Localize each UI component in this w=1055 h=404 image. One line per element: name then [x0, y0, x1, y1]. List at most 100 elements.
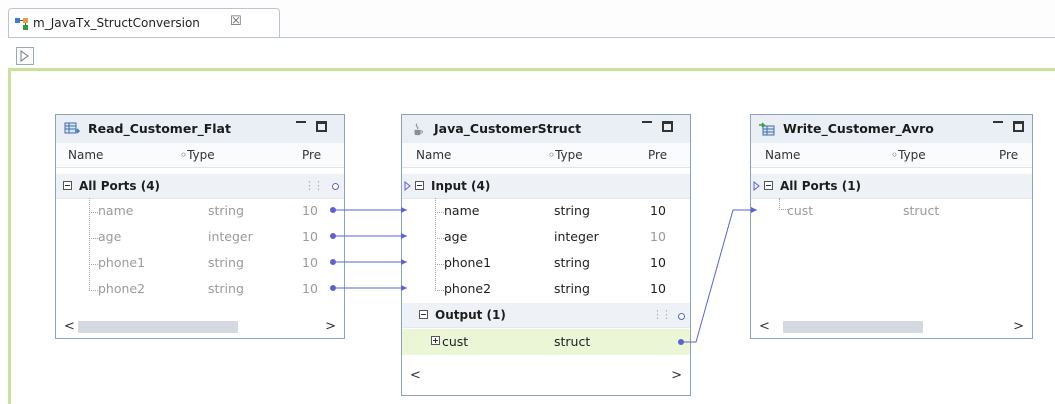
- port-type: string: [208, 203, 244, 218]
- editor-tab-bar: m_JavaTx_StructConversion ☒: [0, 0, 1055, 38]
- maximize-icon[interactable]: [662, 121, 673, 132]
- group-label: All Ports (1): [780, 179, 862, 193]
- input-arrow-icon: [753, 181, 760, 191]
- java-customer-struct-transformation[interactable]: Java_CustomerStruct Name ◦Type Pre Input…: [401, 114, 691, 396]
- drag-handle-icon[interactable]: ⋮⋮: [304, 179, 324, 192]
- play-icon: [20, 50, 29, 62]
- port-name: cust: [442, 334, 469, 349]
- port-group-all[interactable]: All Ports (1): [751, 174, 1032, 199]
- port-row[interactable]: phone2 string 10: [56, 264, 344, 302]
- collapse-toggle[interactable]: [63, 181, 72, 190]
- group-port-connector[interactable]: [332, 183, 339, 190]
- port-type: string: [208, 255, 244, 270]
- port-group-all[interactable]: All Ports (4) ⋮⋮: [56, 174, 344, 199]
- port-type: struct: [903, 203, 940, 218]
- collapse-toggle[interactable]: [764, 181, 773, 190]
- maximize-icon[interactable]: [316, 121, 327, 132]
- port-group-input[interactable]: Input (4): [402, 174, 690, 199]
- transformation-header[interactable]: Write_Customer_Avro: [751, 115, 1032, 144]
- read-source-icon: [64, 122, 80, 134]
- port-precision: 10: [302, 203, 318, 218]
- collapse-toggle[interactable]: [415, 181, 424, 190]
- scroll-right-icon[interactable]: >: [671, 368, 682, 383]
- port-row-selected[interactable]: cust struct: [402, 329, 690, 355]
- port-name: name: [444, 203, 480, 218]
- port-row[interactable]: cust struct: [751, 198, 1032, 224]
- port-precision: 10: [650, 281, 666, 296]
- horizontal-scrollbar[interactable]: < >: [62, 319, 338, 335]
- port-precision: 10: [302, 229, 318, 244]
- transformation-header[interactable]: Java_CustomerStruct: [402, 115, 690, 144]
- scroll-thumb[interactable]: [783, 321, 923, 333]
- minimize-icon[interactable]: [993, 121, 1003, 123]
- scroll-right-icon[interactable]: >: [1013, 319, 1024, 334]
- port-type: integer: [554, 229, 599, 244]
- column-header: Name ◦Type Pre: [402, 143, 690, 168]
- port-row[interactable]: name string 10: [56, 198, 344, 224]
- close-icon[interactable]: ☒: [230, 14, 242, 29]
- expand-palette-button[interactable]: [16, 47, 34, 65]
- port-type: string: [554, 255, 590, 270]
- write-target-icon: [759, 122, 775, 136]
- minimize-icon[interactable]: [642, 121, 652, 123]
- maximize-icon[interactable]: [1013, 121, 1024, 132]
- port-row[interactable]: name string 10: [402, 198, 690, 224]
- column-type-header[interactable]: ◦Type: [548, 148, 583, 162]
- tab-label: m_JavaTx_StructConversion: [33, 16, 200, 30]
- tree-connector: [89, 198, 98, 213]
- tree-connector: [435, 198, 444, 213]
- horizontal-scrollbar[interactable]: < >: [408, 368, 684, 384]
- collapse-toggle[interactable]: [419, 310, 428, 319]
- scroll-left-icon[interactable]: <: [64, 319, 75, 334]
- port-type: string: [554, 203, 590, 218]
- port-name: cust: [787, 203, 814, 218]
- port-row[interactable]: phone2 string 10: [402, 264, 690, 302]
- group-label: All Ports (4): [79, 179, 161, 193]
- port-type: struct: [554, 334, 591, 349]
- column-name-header[interactable]: Name: [416, 148, 451, 162]
- port-row[interactable]: phone1 string 10: [402, 238, 690, 276]
- transformation-title: Java_CustomerStruct: [434, 121, 582, 136]
- column-name-header[interactable]: Name: [765, 148, 800, 162]
- column-precision-header[interactable]: Pre: [302, 148, 321, 162]
- tree-connector: [435, 264, 444, 291]
- port-precision: 10: [650, 203, 666, 218]
- port-precision: 10: [302, 281, 318, 296]
- port-row[interactable]: age integer 10: [402, 212, 690, 250]
- scroll-left-icon[interactable]: <: [759, 319, 770, 334]
- expand-struct-toggle[interactable]: [431, 336, 440, 345]
- transformation-header[interactable]: Read_Customer_Flat: [56, 115, 344, 144]
- column-type-header[interactable]: ◦Type: [891, 148, 926, 162]
- port-group-output[interactable]: Output (1) ⋮⋮: [402, 303, 690, 328]
- tree-connector: [89, 212, 98, 239]
- column-type-header[interactable]: ◦Type: [180, 148, 215, 162]
- port-row[interactable]: age integer 10: [56, 212, 344, 250]
- scroll-right-icon[interactable]: >: [325, 319, 336, 334]
- tree-connector: [89, 238, 98, 265]
- input-arrow-icon: [404, 181, 411, 191]
- scroll-left-icon[interactable]: <: [410, 368, 421, 383]
- group-port-connector[interactable]: [678, 313, 685, 320]
- column-precision-header[interactable]: Pre: [648, 148, 667, 162]
- tab-mapping[interactable]: m_JavaTx_StructConversion ☒: [8, 8, 280, 38]
- tree-connector: [435, 238, 444, 265]
- port-precision: 10: [302, 255, 318, 270]
- port-row[interactable]: phone1 string 10: [56, 238, 344, 276]
- group-label: Input (4): [431, 179, 491, 193]
- write-customer-avro-transformation[interactable]: Write_Customer_Avro Name ◦Type Pre All P…: [750, 114, 1033, 339]
- port-name: phone1: [98, 255, 146, 270]
- port-type: integer: [208, 229, 253, 244]
- tree-connector: [89, 264, 98, 291]
- horizontal-scrollbar[interactable]: < >: [757, 319, 1026, 335]
- scroll-thumb[interactable]: [78, 321, 238, 333]
- port-name: age: [444, 229, 468, 244]
- port-type: string: [554, 281, 590, 296]
- port-type: string: [208, 281, 244, 296]
- read-customer-flat-transformation[interactable]: Read_Customer_Flat Name ◦Type Pre All Po…: [55, 114, 345, 339]
- port-precision: 10: [650, 255, 666, 270]
- drag-handle-icon[interactable]: ⋮⋮: [652, 308, 672, 321]
- minimize-icon[interactable]: [296, 121, 306, 123]
- column-name-header[interactable]: Name: [68, 148, 103, 162]
- column-precision-header[interactable]: Pre: [999, 148, 1018, 162]
- port-name: phone2: [98, 281, 146, 296]
